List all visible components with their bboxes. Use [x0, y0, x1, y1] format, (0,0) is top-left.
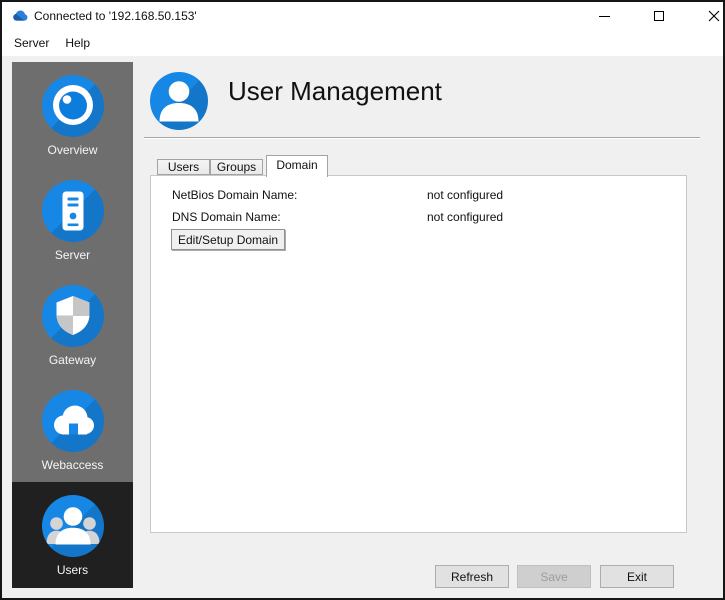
save-button: Save	[517, 565, 591, 588]
sidebar-item-server[interactable]: Server	[12, 167, 133, 272]
sidebar-label-overview: Overview	[47, 143, 97, 157]
titlebar: Connected to '192.168.50.153'	[2, 2, 723, 30]
maximize-icon	[654, 11, 664, 21]
tab-users-label: Users	[158, 160, 209, 175]
tab-groups-label: Groups	[211, 160, 262, 175]
content-area: Overview Server	[2, 56, 723, 598]
menubar: Server Help	[2, 30, 723, 56]
server-tower-icon	[42, 180, 104, 242]
sidebar-item-webaccess[interactable]: Webaccess	[12, 377, 133, 482]
edit-setup-domain-button[interactable]: Edit/Setup Domain	[171, 229, 285, 250]
maximize-button[interactable]	[642, 2, 676, 30]
dns-domain-label: DNS Domain Name:	[172, 210, 281, 224]
minimize-button[interactable]	[587, 2, 621, 30]
overview-lens-icon	[42, 75, 104, 137]
shield-icon	[42, 285, 104, 347]
dns-domain-value: not configured	[427, 210, 503, 224]
sidebar-label-server: Server	[55, 248, 90, 262]
close-button[interactable]	[697, 2, 725, 30]
header-divider	[144, 137, 700, 139]
menu-item-server[interactable]: Server	[6, 33, 57, 53]
refresh-button[interactable]: Refresh	[435, 565, 509, 588]
netbios-domain-value: not configured	[427, 188, 503, 202]
netbios-domain-label: NetBios Domain Name:	[172, 188, 297, 202]
sidebar: Overview Server	[12, 62, 133, 588]
app-cloud-icon	[12, 8, 28, 24]
cloud-icon	[42, 390, 104, 452]
domain-tab-panel: NetBios Domain Name: not configured DNS …	[150, 175, 687, 533]
menu-item-help[interactable]: Help	[57, 33, 98, 53]
sidebar-item-overview[interactable]: Overview	[12, 62, 133, 167]
user-group-icon	[42, 495, 104, 557]
exit-button[interactable]: Exit	[600, 565, 674, 588]
sidebar-item-users[interactable]: Users	[12, 482, 133, 588]
tab-domain[interactable]: Domain	[266, 155, 328, 177]
minimize-icon	[599, 16, 610, 17]
tab-groups[interactable]: Groups	[210, 159, 263, 175]
sidebar-label-users: Users	[57, 563, 88, 577]
tab-domain-label: Domain	[267, 156, 327, 175]
user-icon	[150, 72, 208, 130]
window-title: Connected to '192.168.50.153'	[34, 2, 197, 30]
close-icon	[708, 10, 720, 22]
sidebar-item-gateway[interactable]: Gateway	[12, 272, 133, 377]
page-title: User Management	[228, 76, 442, 107]
sidebar-label-webaccess: Webaccess	[42, 458, 104, 472]
app-window: Connected to '192.168.50.153' Server Hel…	[0, 0, 725, 600]
sidebar-label-gateway: Gateway	[49, 353, 96, 367]
tab-users[interactable]: Users	[157, 159, 210, 175]
